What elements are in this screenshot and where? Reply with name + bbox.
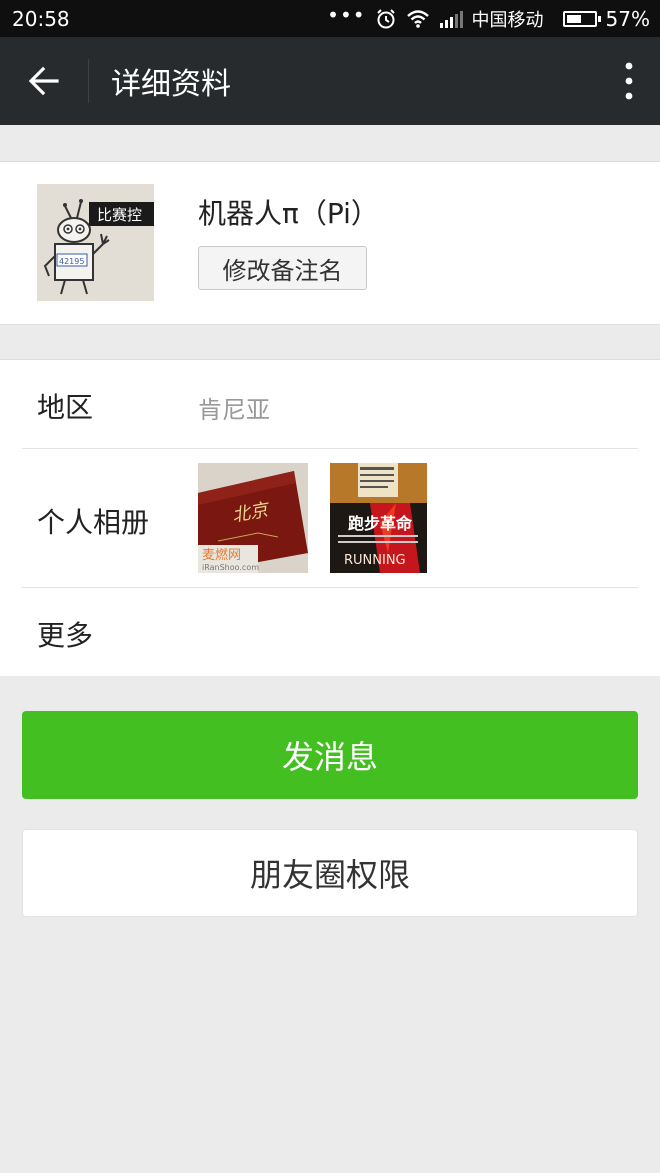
region-row: 地区 肯尼亚 xyxy=(0,360,660,448)
status-time: 20:58 xyxy=(12,6,70,31)
album-photo-book[interactable]: 跑步革命 RUNNING xyxy=(330,463,427,573)
wifi-icon xyxy=(406,9,429,28)
page-title: 详细资料 xyxy=(111,67,231,102)
moments-permission-button[interactable]: 朋友圈权限 xyxy=(22,829,638,917)
status-icons: ••• 中国移动 57% xyxy=(327,2,650,32)
back-arrow-icon xyxy=(28,66,59,96)
avatar[interactable]: 比赛控 42195 xyxy=(37,184,154,301)
more-vertical-icon xyxy=(625,62,633,100)
signal-icon xyxy=(439,10,463,28)
more-row[interactable]: 更多 xyxy=(0,588,660,676)
back-button[interactable] xyxy=(0,37,88,125)
topbar-divider xyxy=(88,59,89,103)
info-card: 地区 肯尼亚 个人相册 北京 麦燃网 iRanShoo.com 跑步革命 RUN… xyxy=(0,359,660,676)
battery-icon xyxy=(562,10,601,27)
robot-avatar-image: 比赛控 42195 xyxy=(37,184,154,301)
avatar-text: 比赛控 xyxy=(97,206,142,224)
battery-level xyxy=(566,14,582,23)
svg-text:iRanShoo.com: iRanShoo.com xyxy=(202,563,259,572)
send-message-button[interactable]: 发消息 xyxy=(22,711,638,799)
top-bar: 详细资料 xyxy=(0,37,660,125)
more-options-button[interactable] xyxy=(598,37,660,125)
profile-card: 比赛控 42195 机器人π（Pi） 修改备注名 xyxy=(0,161,660,325)
region-label: 地区 xyxy=(37,391,94,424)
book-title-text: 跑步革命 xyxy=(348,514,413,533)
book-subtitle-text: RUNNING xyxy=(344,553,406,568)
svg-text:42195: 42195 xyxy=(59,257,84,266)
notification-dots: ••• xyxy=(327,2,366,27)
more-label: 更多 xyxy=(37,619,94,652)
album-label: 个人相册 xyxy=(37,506,150,539)
edit-remark-button[interactable]: 修改备注名 xyxy=(198,246,367,290)
battery-percent: 57% xyxy=(605,6,650,31)
region-value: 肯尼亚 xyxy=(198,396,270,424)
carrier-name: 中国移动 xyxy=(471,9,544,31)
svg-text:麦燃网: 麦燃网 xyxy=(202,547,241,563)
album-photo-postcard[interactable]: 北京 麦燃网 iRanShoo.com xyxy=(198,463,308,573)
alarm-icon xyxy=(376,8,395,28)
status-bar: 20:58 ••• 中国移动 57% xyxy=(0,0,660,37)
album-row[interactable]: 个人相册 北京 麦燃网 iRanShoo.com 跑步革命 RUNNING xyxy=(0,449,660,587)
contact-name: 机器人π（Pi） xyxy=(198,197,379,230)
